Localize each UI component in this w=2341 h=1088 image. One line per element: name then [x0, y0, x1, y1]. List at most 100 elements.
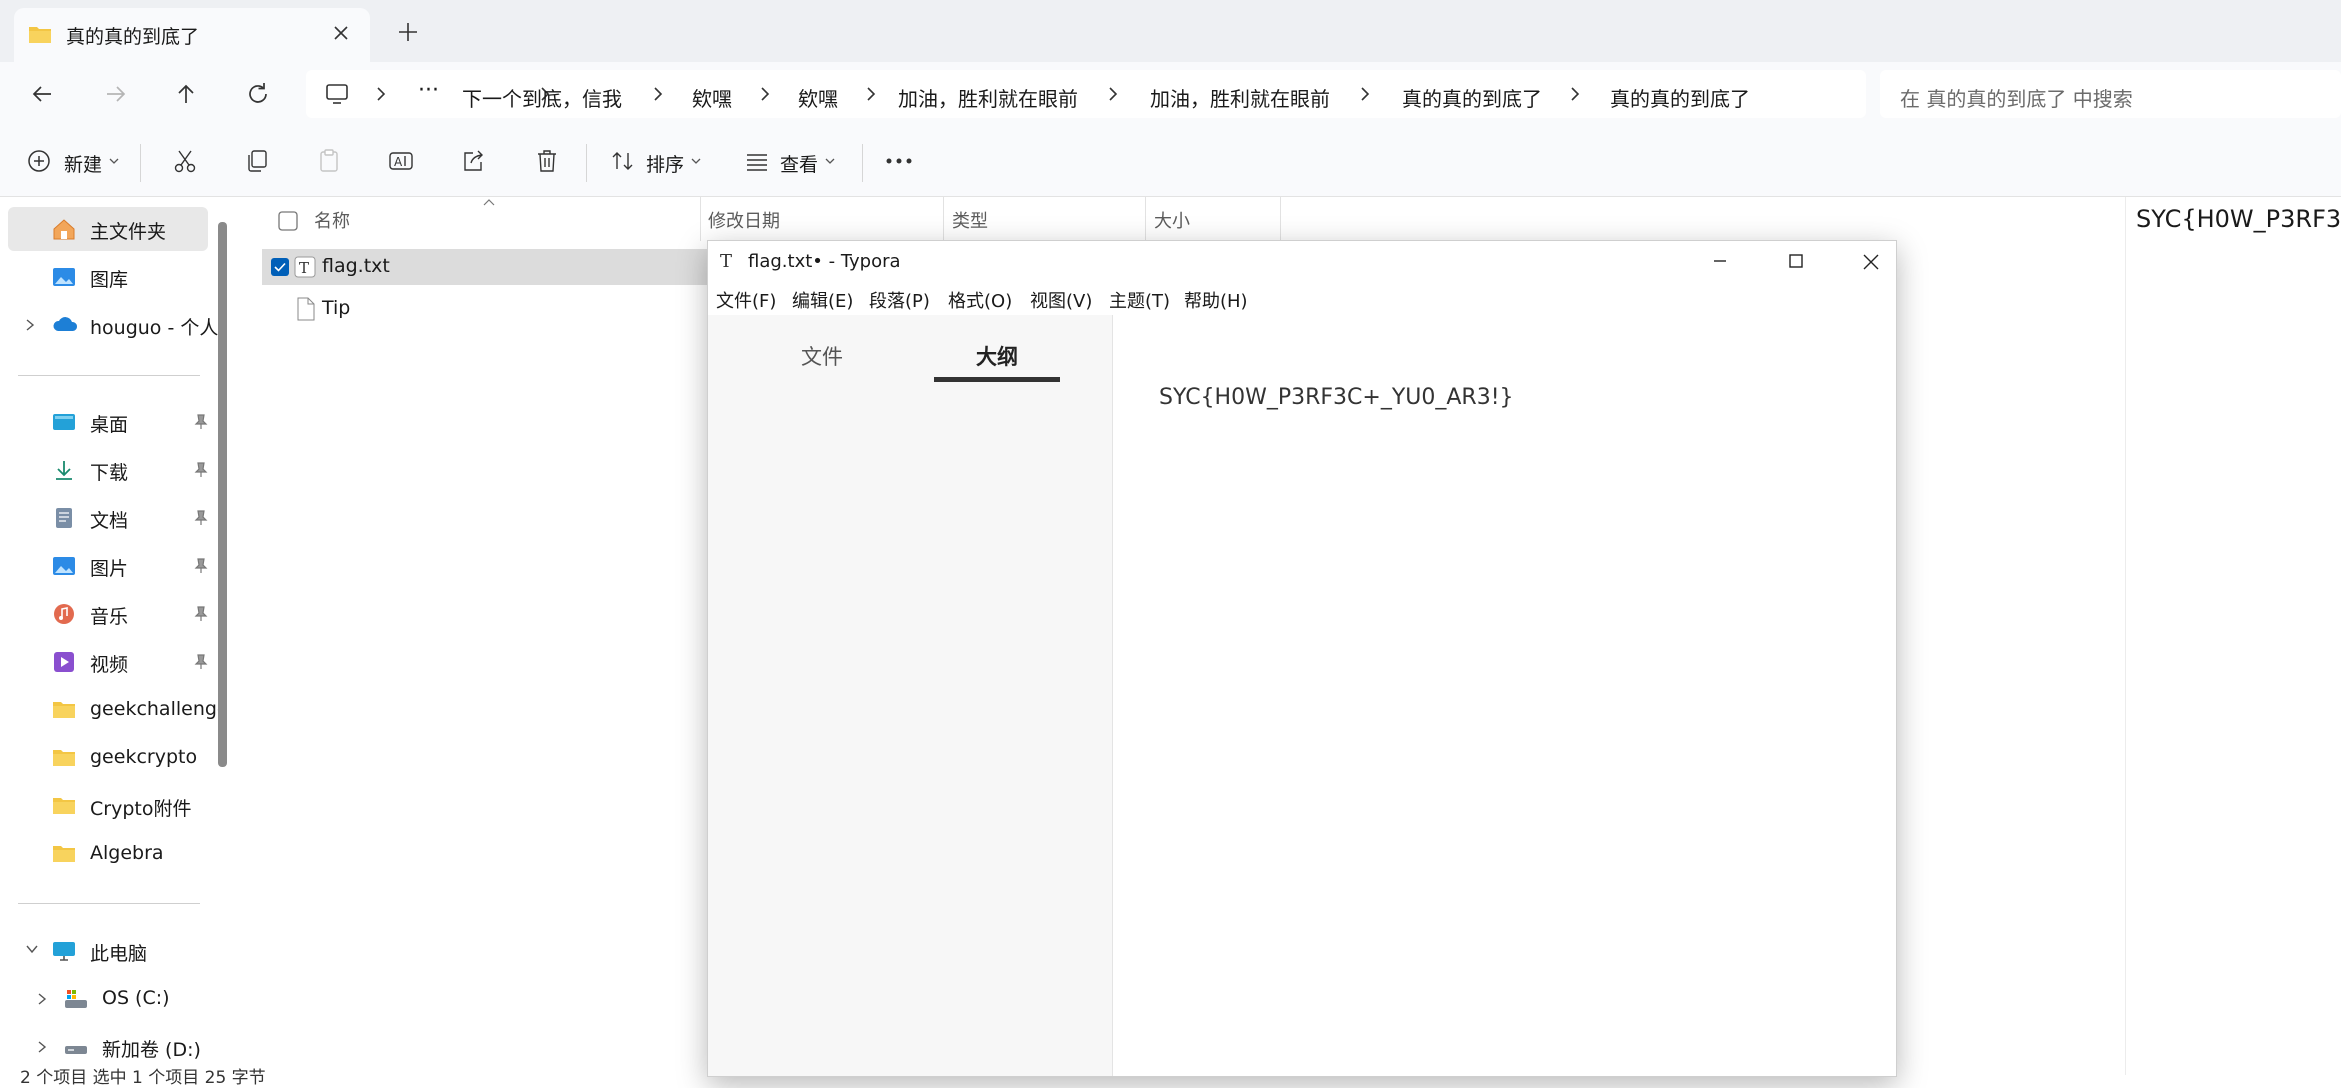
close-icon[interactable] — [1860, 251, 1882, 273]
delete-trash-icon[interactable] — [534, 148, 560, 174]
more-options-icon[interactable] — [884, 156, 914, 166]
breadcrumb-item[interactable]: 欸嘿 — [798, 83, 838, 112]
menu-view[interactable]: 视图(V) — [1030, 287, 1092, 313]
sidebar-item-desktop[interactable]: 桌面 — [8, 400, 208, 444]
computer-icon — [324, 82, 350, 106]
chevron-right-icon — [864, 84, 878, 104]
sidebar-item-pictures[interactable]: 图片 — [8, 544, 208, 588]
checkbox-checked-icon[interactable] — [270, 257, 290, 277]
refresh-icon[interactable] — [242, 78, 274, 110]
command-bar: 新建 A 排序 查看 — [0, 126, 2341, 197]
menu-edit[interactable]: 编辑(E) — [792, 287, 853, 313]
column-divider[interactable] — [1280, 197, 1281, 241]
sidebar-item-folder[interactable]: geekcrypto — [8, 736, 208, 780]
drive-icon — [64, 1036, 88, 1058]
column-divider[interactable] — [943, 197, 944, 241]
column-header-modified[interactable]: 修改日期 — [708, 207, 780, 233]
divider — [862, 144, 863, 182]
tab-outline[interactable]: 大纲 — [976, 341, 1018, 371]
pin-icon[interactable] — [194, 510, 208, 526]
sidebar-item-folder[interactable]: Crypto附件 — [8, 784, 208, 828]
sort-button[interactable]: 排序 — [646, 150, 684, 177]
search-input[interactable]: 在 真的真的到底了 中搜索 — [1880, 70, 2341, 118]
menu-help[interactable]: 帮助(H) — [1184, 287, 1248, 313]
tab-current-folder[interactable]: 真的真的到底了 — [14, 8, 370, 62]
divider — [18, 903, 200, 904]
typora-editor[interactable]: SYC{H0W_P3RF3C+_YU0_AR3!} — [1113, 315, 1896, 1076]
sidebar-item-this-pc[interactable]: 此电脑 — [8, 929, 208, 973]
typora-window: T flag.txt• - Typora 文件(F) 编辑(E) 段落(P) 格… — [707, 240, 1897, 1077]
onedrive-cloud-icon — [52, 314, 78, 336]
menu-format[interactable]: 格式(O) — [948, 287, 1012, 313]
chevron-down-icon — [108, 158, 120, 166]
gallery-icon — [52, 266, 76, 288]
copy-icon[interactable] — [244, 148, 270, 174]
view-button[interactable]: 查看 — [780, 150, 818, 177]
view-list-icon[interactable] — [744, 148, 770, 174]
pin-icon[interactable] — [194, 462, 208, 478]
folder-icon — [52, 843, 76, 865]
address-bar[interactable]: ··· 下一个到底，信我 欸嘿 欸嘿 加油，胜利就在眼前 加油，胜利就在眼前 真… — [306, 70, 1866, 118]
sidebar-item-folder[interactable]: geekchallenge — [8, 688, 220, 732]
navigation-pane: 主文件夹 图库 houguo - 个人 桌面 下载 文档 图片 音乐 视频 ge… — [0, 197, 236, 1075]
pin-icon[interactable] — [194, 558, 208, 574]
paste-clipboard-icon[interactable] — [316, 148, 342, 174]
chevron-down-icon[interactable] — [24, 943, 40, 955]
sidebar-item-home[interactable]: 主文件夹 — [8, 207, 208, 251]
breadcrumb-item[interactable]: 加油，胜利就在眼前 — [898, 83, 1078, 112]
more-crumbs-ellipsis[interactable]: ··· — [418, 78, 439, 103]
sidebar-scrollbar[interactable] — [218, 222, 227, 767]
sidebar-item-downloads[interactable]: 下载 — [8, 448, 208, 492]
svg-text:A: A — [394, 155, 403, 169]
sidebar-item-folder[interactable]: Algebra — [8, 832, 208, 876]
folder-icon — [52, 699, 76, 721]
file-icon — [296, 297, 316, 321]
pin-icon[interactable] — [194, 654, 208, 670]
sidebar-item-drive-c[interactable]: OS (C:) — [20, 977, 220, 1021]
breadcrumb-item[interactable]: 真的真的到底了 — [1402, 83, 1542, 112]
column-divider[interactable] — [1145, 197, 1146, 241]
column-header-size[interactable]: 大小 — [1154, 207, 1190, 233]
back-arrow-icon[interactable] — [26, 78, 58, 110]
sidebar-item-documents[interactable]: 文档 — [8, 496, 208, 540]
menu-paragraph[interactable]: 段落(P) — [869, 287, 930, 313]
new-button[interactable]: 新建 — [64, 150, 102, 177]
rename-icon[interactable]: A — [388, 148, 414, 174]
sidebar-item-videos[interactable]: 视频 — [8, 640, 208, 684]
minimize-icon[interactable] — [1710, 251, 1730, 271]
breadcrumb-item[interactable]: 欸嘿 — [692, 83, 732, 112]
pin-icon[interactable] — [194, 414, 208, 430]
chevron-down-icon — [824, 158, 836, 166]
close-icon[interactable] — [331, 23, 351, 43]
breadcrumb-item[interactable]: 加油，胜利就在眼前 — [1150, 83, 1330, 112]
chevron-right-icon[interactable] — [36, 1039, 48, 1055]
sort-icon[interactable] — [610, 148, 636, 174]
sidebar-item-onedrive[interactable]: houguo - 个人 — [8, 303, 218, 347]
forward-arrow-icon[interactable] — [100, 78, 132, 110]
breadcrumb-item[interactable]: 下一个到底，信我 — [462, 83, 622, 112]
breadcrumb-item-current[interactable]: 真的真的到底了 — [1610, 83, 1750, 112]
share-icon[interactable] — [460, 148, 486, 174]
column-header-name[interactable]: 名称 — [314, 207, 350, 233]
select-all-checkbox[interactable] — [278, 211, 298, 231]
pin-icon[interactable] — [194, 606, 208, 622]
chevron-right-icon — [1568, 84, 1582, 104]
chevron-right-icon[interactable] — [36, 991, 48, 1007]
sidebar-item-music[interactable]: 音乐 — [8, 592, 208, 636]
desktop-icon — [52, 411, 76, 433]
column-header-type[interactable]: 类型 — [952, 207, 988, 233]
up-arrow-icon[interactable] — [170, 78, 202, 110]
folder-icon — [52, 747, 76, 769]
tab-files[interactable]: 文件 — [801, 341, 843, 371]
new-tab-plus-icon[interactable] — [392, 16, 424, 48]
menu-theme[interactable]: 主题(T) — [1109, 287, 1170, 313]
sidebar-item-gallery[interactable]: 图库 — [8, 255, 208, 299]
maximize-icon[interactable] — [1786, 251, 1806, 271]
new-plus-circle-icon[interactable] — [26, 148, 52, 174]
typora-title-bar[interactable]: T flag.txt• - Typora — [708, 241, 1896, 281]
column-divider[interactable] — [700, 197, 701, 241]
cut-scissors-icon[interactable] — [172, 148, 198, 174]
chevron-right-icon — [374, 84, 388, 104]
menu-file[interactable]: 文件(F) — [716, 287, 776, 313]
chevron-right-icon[interactable] — [24, 317, 36, 333]
